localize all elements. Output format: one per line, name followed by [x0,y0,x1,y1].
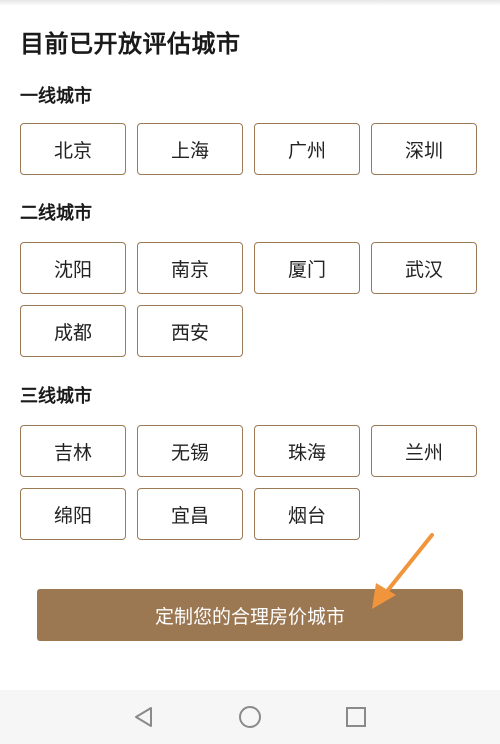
city-button[interactable]: 珠海 [254,425,360,477]
city-button[interactable]: 南京 [137,242,243,294]
city-button[interactable]: 无锡 [137,425,243,477]
city-button[interactable]: 绵阳 [20,488,126,540]
recents-icon[interactable] [343,704,369,730]
city-button[interactable]: 成都 [20,305,126,357]
city-grid-tier1: 北京 上海 广州 深圳 [20,123,480,175]
city-button[interactable]: 烟台 [254,488,360,540]
city-button[interactable]: 武汉 [371,242,477,294]
city-button[interactable]: 深圳 [371,123,477,175]
system-nav-bar [0,690,500,744]
city-button[interactable]: 北京 [20,123,126,175]
city-button[interactable]: 广州 [254,123,360,175]
custom-city-button[interactable]: 定制您的合理房价城市 [37,589,463,641]
home-icon[interactable] [237,704,263,730]
city-button[interactable]: 兰州 [371,425,477,477]
page-title: 目前已开放评估城市 [20,30,241,58]
city-button[interactable]: 西安 [137,305,243,357]
section-title-tier2: 二线城市 [20,203,92,224]
section-title-tier1: 一线城市 [20,86,92,107]
city-grid-tier2: 沈阳 南京 厦门 武汉 成都 西安 [20,242,480,357]
section-title-tier3: 三线城市 [20,386,92,407]
city-button[interactable]: 上海 [137,123,243,175]
city-button[interactable]: 吉林 [20,425,126,477]
city-grid-tier3: 吉林 无锡 珠海 兰州 绵阳 宜昌 烟台 [20,425,480,540]
city-button[interactable]: 宜昌 [137,488,243,540]
city-button[interactable]: 厦门 [254,242,360,294]
city-button[interactable]: 沈阳 [20,242,126,294]
back-icon[interactable] [131,704,157,730]
top-edge [0,0,500,6]
